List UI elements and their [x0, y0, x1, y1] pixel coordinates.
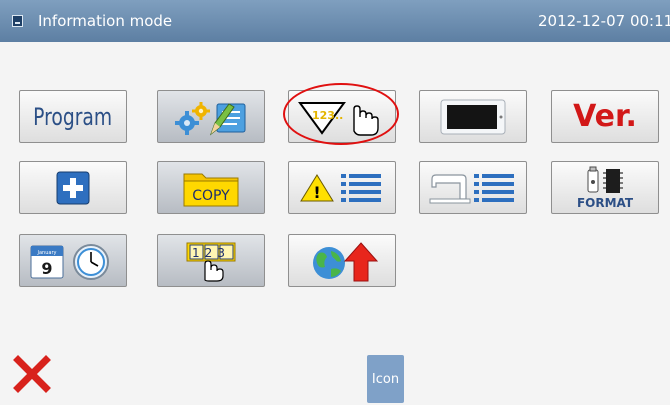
copy-label: COPY: [192, 188, 230, 204]
plus-box-icon: [56, 171, 90, 204]
format-button[interactable]: FORMAT: [551, 161, 659, 214]
counter-label: 123..: [312, 109, 343, 122]
calendar-day: 9: [41, 259, 52, 278]
calendar-clock-icon: January 9: [30, 243, 109, 280]
counter-hand-icon: 123..: [298, 101, 379, 136]
window-title: Information mode: [38, 12, 173, 30]
datetime-display: 2012-12-07 00:11: [538, 12, 670, 30]
version-label: Ver.: [573, 99, 637, 134]
version-button[interactable]: Ver.: [551, 90, 659, 143]
keypad-button[interactable]: 123: [157, 234, 265, 287]
title-bar: Information mode 2012-12-07 00:11: [0, 0, 670, 42]
usb-memory-icon: [587, 166, 623, 193]
keypad-label: 123: [192, 246, 230, 260]
sewing-machine-list-icon: [429, 173, 514, 203]
machine-info-button[interactable]: [419, 161, 527, 214]
calendar-month: January: [37, 250, 57, 256]
svg-text:!: !: [313, 183, 320, 202]
monitor-screen-icon: [440, 99, 506, 134]
display-button[interactable]: [419, 90, 527, 143]
icon-view-button[interactable]: Icon: [367, 355, 404, 403]
counter-button[interactable]: 123..: [288, 90, 396, 143]
error-history-button[interactable]: !: [288, 161, 396, 214]
keypad-hand-icon: 123: [186, 242, 236, 282]
add-button[interactable]: [19, 161, 127, 214]
close-button[interactable]: [10, 352, 54, 396]
settings-button[interactable]: [157, 90, 265, 143]
copy-button[interactable]: COPY: [157, 161, 265, 214]
program-label: Program: [33, 102, 113, 131]
warning-list-icon: !: [300, 173, 381, 202]
network-upload-button[interactable]: [288, 234, 396, 287]
date-time-button[interactable]: January 9: [19, 234, 127, 287]
close-icon: [13, 355, 51, 393]
program-button[interactable]: Program: [19, 90, 127, 143]
app-icon: [12, 15, 23, 27]
copy-folder-icon: COPY: [183, 173, 239, 206]
format-label: FORMAT: [576, 195, 634, 210]
settings-gears-pencil-icon: [175, 101, 246, 135]
globe-upload-icon: [313, 241, 379, 281]
